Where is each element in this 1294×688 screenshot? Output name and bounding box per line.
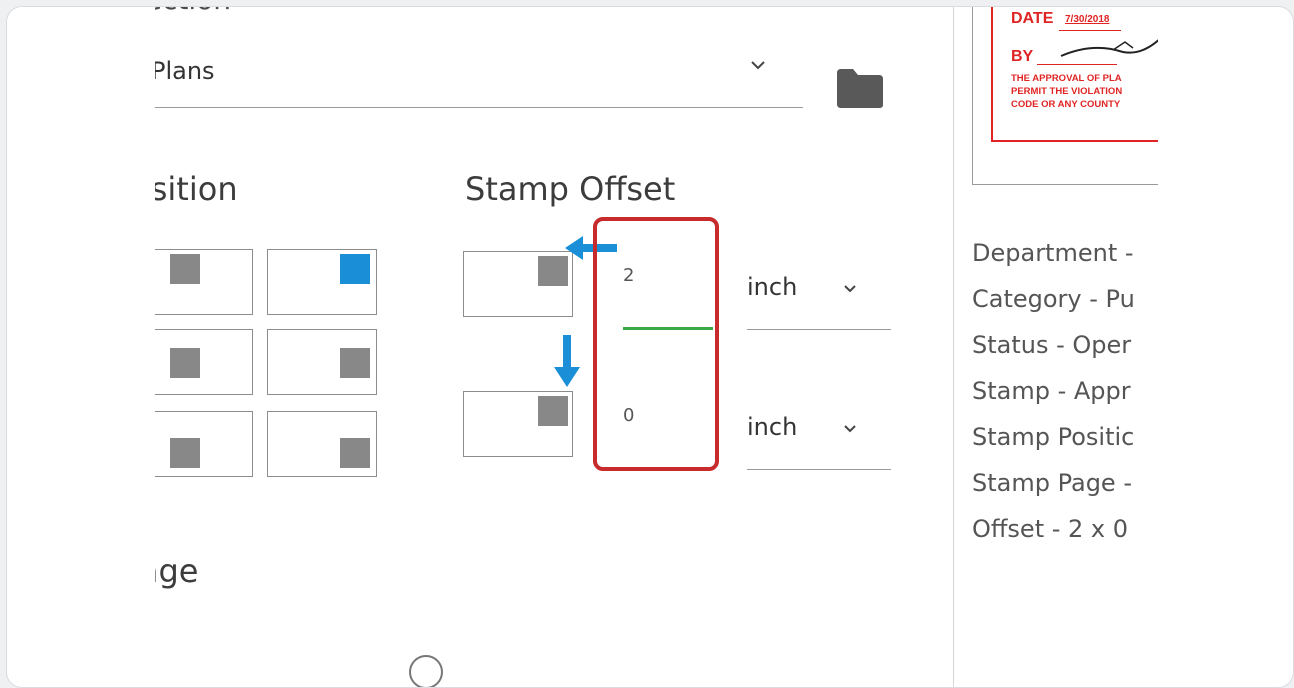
page-heading: Page [155, 552, 199, 590]
detail-status: Status - Oper [972, 331, 1132, 359]
radio-icon[interactable] [409, 655, 443, 687]
position-marker-selected [340, 254, 370, 284]
folder-icon[interactable] [835, 67, 885, 113]
arrow-down-icon [552, 335, 582, 393]
detail-stamp: Stamp - Appr [972, 377, 1131, 405]
position-option-middle-center[interactable] [155, 329, 253, 395]
stamp-preview-panel: DATE 7/30/2018 BY THE APPROVAL OF PLA PE… [962, 7, 1158, 687]
detail-offset: Offset - 2 x 0 [972, 515, 1129, 543]
chevron-down-icon [749, 55, 767, 80]
position-marker [170, 254, 200, 284]
section-select[interactable]: Plans [155, 47, 805, 109]
position-marker [170, 348, 200, 378]
stamp-border: DATE 7/30/2018 BY THE APPROVAL OF PLA PE… [991, 7, 1158, 142]
stamp-text-line: CODE OR ANY COUNTY [1011, 99, 1121, 110]
chevron-down-icon [841, 419, 859, 441]
panel-divider [953, 7, 954, 687]
section-label: Section [155, 7, 231, 16]
stamp-date-label: DATE [1011, 10, 1054, 27]
stamp-by-underline [1037, 64, 1117, 65]
stamp-offset-heading: Stamp Offset [465, 170, 676, 208]
stamp-form: Section Plans Position Stamp Offset [155, 7, 953, 687]
section-select-value: Plans [155, 57, 215, 85]
position-marker [340, 348, 370, 378]
offset-x-unit-underline [747, 329, 891, 330]
section-select-underline [155, 107, 803, 108]
stamp-by-label: BY [1011, 48, 1034, 65]
position-option-top-right[interactable] [267, 249, 377, 315]
chevron-down-icon [841, 279, 859, 301]
stamp-preview-image: DATE 7/30/2018 BY THE APPROVAL OF PLA PE… [972, 7, 1158, 185]
stamp-text-line: THE APPROVAL OF PLA [1011, 73, 1122, 84]
offset-y-unit-value: inch [747, 413, 798, 441]
offset-x-unit-select[interactable]: inch [747, 273, 891, 325]
detail-stamp-position: Stamp Positic [972, 423, 1135, 451]
offset-y-unit-underline [747, 469, 891, 470]
detail-stamp-page: Stamp Page - [972, 469, 1132, 497]
signature-mark [1053, 24, 1158, 68]
position-heading: Position [155, 170, 238, 208]
position-option-bottom-right[interactable] [267, 411, 377, 477]
offset-x-illustration [463, 251, 573, 317]
offset-y-unit-select[interactable]: inch [747, 413, 891, 465]
position-option-middle-right[interactable] [267, 329, 377, 395]
detail-category: Category - Pu [972, 285, 1135, 313]
offset-marker [538, 396, 568, 426]
stamp-text-line: PERMIT THE VIOLATION [1011, 86, 1123, 97]
position-option-bottom-center[interactable] [155, 411, 253, 477]
stamp-settings-card: Section Plans Position Stamp Offset [6, 6, 1294, 688]
position-marker [340, 438, 370, 468]
position-marker [170, 438, 200, 468]
position-option-top-center[interactable] [155, 249, 253, 315]
offset-y-illustration [463, 391, 573, 457]
highlight-box [593, 217, 719, 471]
detail-department: Department - [972, 239, 1134, 267]
offset-x-unit-value: inch [747, 273, 798, 301]
